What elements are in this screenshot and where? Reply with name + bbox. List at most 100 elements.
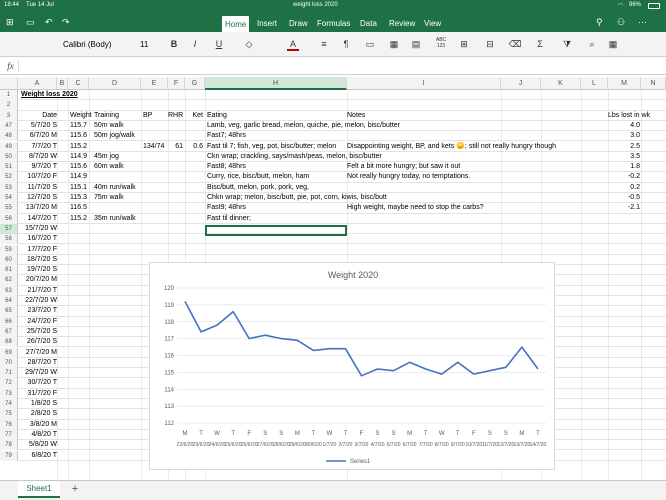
cell-m[interactable]: 4.0 [608, 121, 640, 131]
column-header-m[interactable]: M [608, 77, 641, 90]
column-header-h[interactable]: H [205, 77, 347, 90]
row-number[interactable]: 62 [0, 275, 18, 286]
cell-c[interactable]: 115.6 [70, 162, 87, 172]
row-number[interactable]: 72 [0, 378, 18, 389]
autosum-button[interactable]: Σ [534, 37, 546, 51]
cell-d[interactable]: Training [94, 111, 119, 121]
cell-d[interactable]: 40m run/walk [94, 183, 136, 193]
column-header-j[interactable]: J [501, 77, 541, 90]
cell-c[interactable]: 115.6 [70, 131, 87, 141]
cell-m[interactable]: 3.0 [608, 131, 640, 141]
fill-color-icon[interactable]: ◇ [242, 37, 256, 51]
cell-c[interactable]: 116.5 [70, 203, 87, 213]
cell-m[interactable]: -0.2 [608, 172, 640, 182]
row-number[interactable]: 75 [0, 409, 18, 420]
cell-a[interactable]: 28/7/20 T [21, 358, 57, 368]
cell-d[interactable]: 60m walk [94, 162, 124, 172]
cell-a[interactable]: 6/8/20 T [21, 451, 57, 461]
row-number[interactable]: 64 [0, 296, 18, 307]
cell-h[interactable]: Fast8; 48hrs [207, 162, 246, 172]
row-number[interactable]: 52 [0, 172, 18, 183]
font-name-select[interactable]: Calibri (Body) [63, 38, 133, 51]
cell-d[interactable]: 35m run/walk [94, 214, 136, 224]
cell-a[interactable]: 24/7/20 F [21, 317, 57, 327]
cell-d[interactable]: 50m jog/walk [94, 131, 135, 141]
sheet-tab-sheet1[interactable]: Sheet1 [18, 481, 60, 498]
row-number[interactable]: 2 [0, 100, 18, 111]
cell-i[interactable]: Notes [347, 111, 365, 121]
row-number[interactable]: 47 [0, 120, 18, 132]
sort-filter-icon[interactable]: ⧩ [560, 37, 574, 51]
tab-home[interactable]: Home [222, 16, 250, 32]
undo-icon[interactable]: ↶ [45, 17, 53, 28]
cell-g[interactable]: Ket [185, 111, 203, 121]
row-number[interactable]: 49 [0, 141, 18, 152]
column-header-i[interactable]: I [347, 77, 501, 90]
cell-m[interactable]: 1.8 [608, 162, 640, 172]
underline-button[interactable]: U [214, 37, 224, 51]
cell-c[interactable]: 115.1 [70, 183, 87, 193]
redo-icon[interactable]: ↷ [62, 17, 70, 28]
cell-a[interactable]: 5/7/20 S [21, 121, 57, 131]
cell-a[interactable]: 23/7/20 T [21, 306, 57, 316]
cell-e[interactable]: BP [143, 111, 152, 121]
row-number[interactable]: 59 [0, 244, 18, 255]
cell-a[interactable]: 25/7/20 S [21, 327, 57, 337]
tab-insert[interactable]: Insert [254, 17, 280, 31]
italic-button[interactable]: I [190, 37, 200, 51]
cell-c[interactable]: 115.7 [70, 121, 87, 131]
eraser-icon[interactable]: ⌫ [508, 37, 522, 51]
row-number[interactable]: 78 [0, 440, 18, 451]
align-icon[interactable]: ≡ [317, 37, 331, 51]
cell-m[interactable]: 3.5 [608, 152, 640, 162]
row-number[interactable]: 69 [0, 347, 18, 358]
find-icon[interactable]: ⌕ [585, 37, 599, 51]
cell-e[interactable]: 134/74 [143, 142, 164, 152]
cell-a[interactable]: 13/7/20 M [21, 203, 57, 213]
cell-a[interactable]: 15/7/20 W [21, 224, 57, 234]
tab-formulas[interactable]: Formulas [314, 17, 353, 31]
row-number[interactable]: 48 [0, 131, 18, 142]
row-number[interactable]: 51 [0, 162, 18, 173]
tab-data[interactable]: Data [357, 17, 380, 31]
row-number[interactable]: 66 [0, 316, 18, 327]
row-number[interactable]: 61 [0, 265, 18, 276]
cell-c[interactable]: Weight [70, 111, 92, 121]
cell-styles-icon[interactable]: ▤ [409, 37, 423, 51]
number-format-button[interactable]: ABC 123 [433, 37, 449, 51]
cell-h[interactable]: Fast til dinner; [207, 214, 251, 224]
selected-cell-h57[interactable] [205, 224, 347, 236]
cell-a[interactable]: 27/7/20 M [21, 348, 57, 358]
cell-m[interactable]: 2.5 [608, 142, 640, 152]
cell-h[interactable]: Fast7; 48hrs [207, 131, 246, 141]
add-person-icon[interactable]: ⚇ [617, 17, 625, 28]
tab-draw[interactable]: Draw [286, 17, 311, 31]
row-number[interactable]: 60 [0, 254, 18, 266]
more-icon[interactable]: ⋯ [638, 17, 647, 28]
cell-a[interactable]: 19/7/20 S [21, 265, 57, 275]
bold-button[interactable]: B [168, 37, 180, 51]
column-header-b[interactable]: B [57, 77, 68, 90]
cell-a[interactable]: 21/7/20 T [21, 286, 57, 296]
merge-icon[interactable]: ▭ [363, 37, 377, 51]
cell-a[interactable]: 18/7/20 S [21, 255, 57, 265]
cell-f[interactable]: RHR [168, 111, 183, 121]
cell-m[interactable]: -2.1 [608, 203, 640, 213]
cell-m[interactable]: -0.5 [608, 193, 640, 203]
cell-a[interactable]: Weight loss 2020 [21, 90, 78, 100]
cell-c[interactable]: 115.2 [70, 214, 87, 224]
tab-view[interactable]: View [421, 17, 444, 31]
column-header-k[interactable]: K [541, 77, 581, 90]
cell-d[interactable]: 50m walk [94, 121, 124, 131]
row-number[interactable]: 65 [0, 306, 18, 317]
column-header-e[interactable]: E [141, 77, 168, 90]
cell-a[interactable]: 22/7/20 W [21, 296, 57, 306]
cell-a[interactable]: 20/7/20 M [21, 275, 57, 285]
tab-review[interactable]: Review [386, 17, 418, 31]
cell-a[interactable]: 16/7/20 T [21, 234, 57, 244]
cell-a[interactable]: 5/8/20 W [21, 440, 57, 450]
cell-h[interactable]: Fast9; 48hrs [207, 203, 246, 213]
cell-a[interactable]: 30/7/20 T [21, 378, 57, 388]
cell-a[interactable]: 12/7/20 S [21, 193, 57, 203]
cell-c[interactable]: 115.2 [70, 142, 87, 152]
